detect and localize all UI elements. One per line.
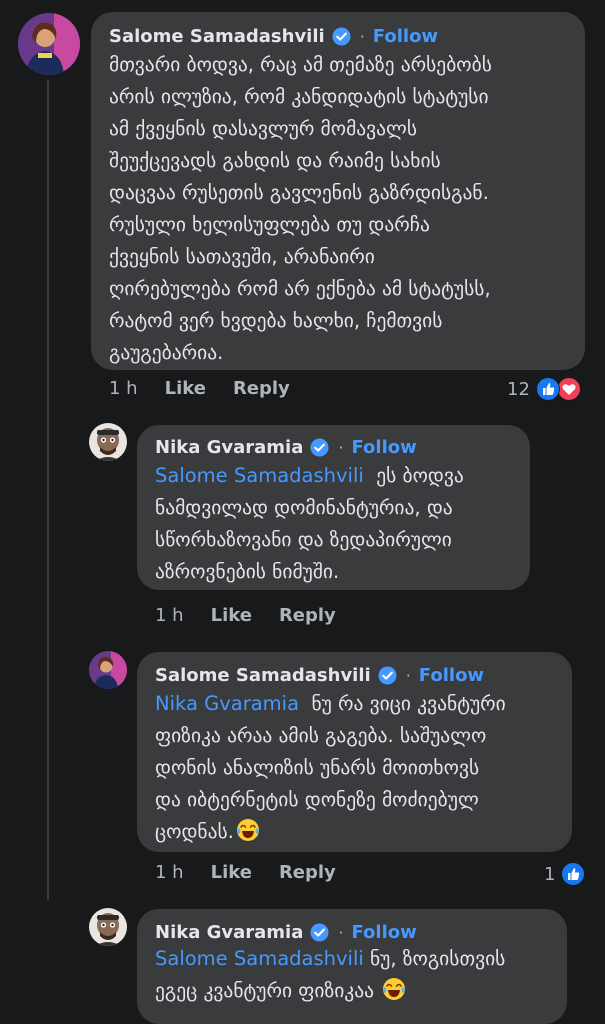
- comment-1: Salome Samadashvili · Follow მთვარი ბოდვ…: [0, 0, 605, 410]
- separator-dot: ·: [338, 923, 344, 942]
- follow-button[interactable]: Follow: [351, 922, 416, 943]
- reaction-summary[interactable]: 1: [544, 862, 586, 886]
- comment-bubble: Nika Gvaramia · Follow Salome Samadashvi…: [137, 425, 530, 590]
- love-reaction-icon: [556, 377, 581, 401]
- comment-bubble: Salome Samadashvili · Follow Nika Gvaram…: [137, 652, 572, 852]
- reply-button[interactable]: Reply: [279, 862, 336, 883]
- comment-4: Nika Gvaramia · Follow Salome Samadashvi…: [0, 905, 605, 1024]
- timestamp[interactable]: 1 h: [155, 862, 184, 883]
- mention-link[interactable]: Nika Gvaramia: [155, 692, 299, 715]
- follow-button[interactable]: Follow: [419, 665, 484, 686]
- avatar-nika[interactable]: [89, 423, 127, 461]
- verified-badge-icon: [310, 438, 329, 457]
- timestamp[interactable]: 1 h: [109, 378, 138, 399]
- author-name[interactable]: Salome Samadashvili: [109, 26, 325, 47]
- like-button[interactable]: Like: [165, 378, 206, 399]
- comment-bubble: Nika Gvaramia · Follow Salome Samadashvi…: [137, 909, 567, 1024]
- comment-2: Nika Gvaramia · Follow Salome Samadashvi…: [0, 420, 605, 640]
- verified-badge-icon: [310, 923, 329, 942]
- comment-header: Nika Gvaramia · Follow: [155, 437, 512, 458]
- comment-3: Salome Samadashvili · Follow Nika Gvaram…: [0, 648, 605, 898]
- comment-text: Nika Gvaramia ნუ რა ვიცი კვანტური ფიზიკა…: [155, 688, 554, 848]
- follow-button[interactable]: Follow: [351, 437, 416, 458]
- verified-badge-icon: [378, 666, 397, 685]
- reaction-count: 1: [544, 863, 556, 885]
- author-name[interactable]: Nika Gvaramia: [155, 922, 303, 943]
- comment-actions: 1 h Like Reply: [109, 378, 290, 399]
- comment-bubble: Salome Samadashvili · Follow მთვარი ბოდვ…: [91, 12, 585, 370]
- comment-actions: 1 h Like Reply: [155, 605, 336, 626]
- author-name[interactable]: Nika Gvaramia: [155, 437, 303, 458]
- laughing-emoji-icon: [383, 978, 406, 1000]
- like-button[interactable]: Like: [211, 605, 252, 626]
- avatar-nika[interactable]: [89, 908, 127, 946]
- reaction-summary[interactable]: 12: [507, 377, 581, 401]
- comment-text: Salome Samadashvili ნუ, ზოგისთვის ეგეც კ…: [155, 943, 549, 1007]
- laughing-emoji-icon: [236, 819, 259, 841]
- like-reaction-icon: [561, 862, 586, 886]
- author-name[interactable]: Salome Samadashvili: [155, 665, 371, 686]
- mention-link[interactable]: Salome Samadashvili: [155, 464, 364, 487]
- avatar-salome[interactable]: [89, 651, 127, 689]
- reply-button[interactable]: Reply: [279, 605, 336, 626]
- separator-dot: ·: [359, 27, 365, 46]
- like-button[interactable]: Like: [211, 862, 252, 883]
- reaction-count: 12: [507, 378, 530, 400]
- comment-header: Salome Samadashvili · Follow: [155, 665, 554, 686]
- avatar-salome[interactable]: [18, 13, 80, 75]
- separator-dot: ·: [405, 666, 411, 685]
- comment-actions: 1 h Like Reply: [155, 862, 336, 883]
- like-reaction-icon: [535, 377, 560, 401]
- comment-header: Nika Gvaramia · Follow: [155, 922, 549, 943]
- verified-badge-icon: [332, 27, 351, 46]
- timestamp[interactable]: 1 h: [155, 605, 184, 626]
- comment-text: მთვარი ბოდვა, რაც ამ თემაზე არსებობს არი…: [109, 53, 492, 364]
- comment-text: Salome Samadashvili ეს ბოდვა ნამდვილად დ…: [155, 460, 512, 588]
- reply-button[interactable]: Reply: [233, 378, 290, 399]
- follow-button[interactable]: Follow: [373, 26, 438, 47]
- comment-header: Salome Samadashvili · Follow: [109, 26, 567, 47]
- mention-link[interactable]: Salome Samadashvili: [155, 947, 364, 970]
- separator-dot: ·: [338, 438, 344, 457]
